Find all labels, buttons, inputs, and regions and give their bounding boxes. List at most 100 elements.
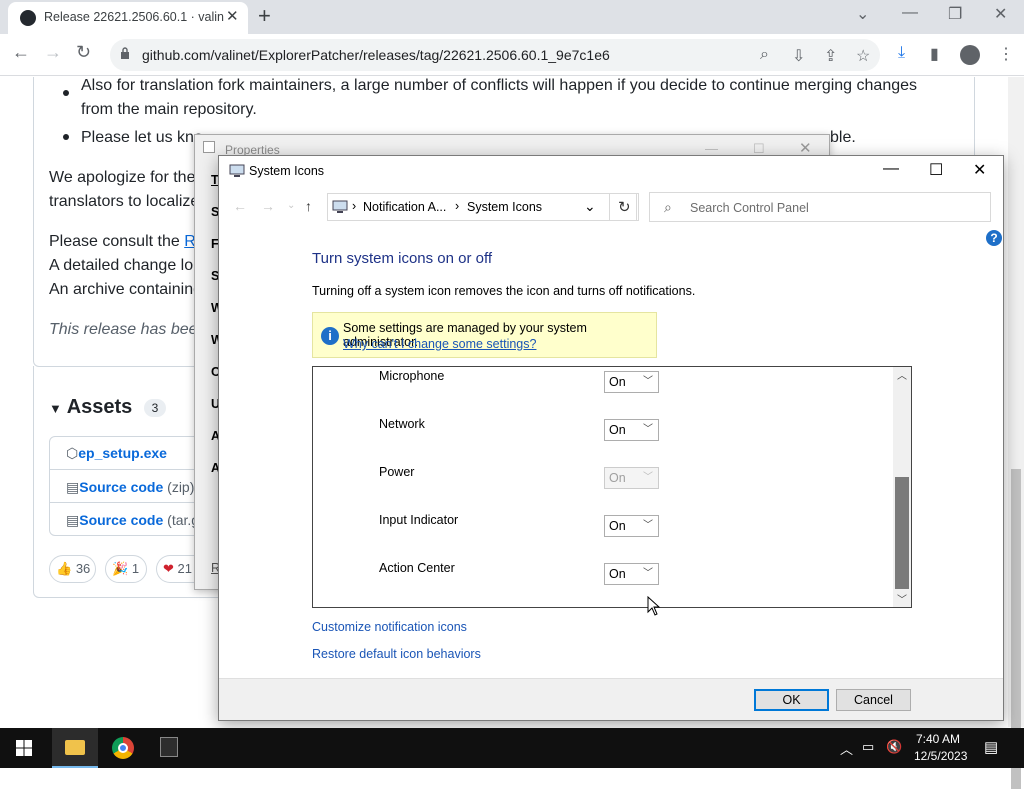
close-tab-icon[interactable]: ✕	[226, 7, 239, 25]
reaction-hooray[interactable]: 🎉 1	[105, 555, 147, 583]
scroll-down-icon[interactable]: ﹀	[897, 591, 907, 606]
notice-link[interactable]: Why can't I change some settings?	[343, 337, 536, 351]
forward-icon[interactable]: →	[44, 42, 62, 63]
system-icons-window: System Icons — ☐ ✕ ← → ⌄ ↑ › Notificatio…	[218, 155, 1004, 721]
help-icon[interactable]: ?	[986, 230, 1002, 246]
control-panel-icon	[332, 200, 348, 213]
menu-icon[interactable]: ⋮	[998, 44, 1014, 64]
notifications-icon[interactable]: ▤	[984, 738, 998, 756]
asset-name[interactable]: ep_setup.exe	[78, 445, 167, 461]
row-label: Microphone	[379, 369, 445, 383]
scrollbar-thumb[interactable]	[895, 477, 909, 589]
install-app-icon[interactable]: ⇩	[792, 46, 805, 66]
ok-button[interactable]: OK	[754, 689, 829, 711]
paragraph-text: translators to localize	[49, 193, 200, 210]
refresh-icon: ↻	[618, 199, 631, 216]
bookmark-star-icon[interactable]: ☆	[856, 46, 870, 66]
chevron-down-icon: ﹀	[643, 424, 653, 435]
window-titlebar[interactable]: System Icons — ☐ ✕	[219, 156, 1003, 186]
network-icon[interactable]: ▭	[862, 739, 874, 755]
select-value: On	[609, 423, 626, 437]
restore-icon[interactable]: ❐	[948, 4, 962, 24]
asset-item[interactable]: ▤Source code (zip)	[66, 479, 194, 496]
bullet-text: Also for translation fork maintainers, a…	[81, 77, 918, 94]
paragraph-text: Please consult the RE	[49, 233, 206, 251]
forward-icon[interactable]: →	[261, 198, 275, 214]
clock-time[interactable]: 7:40 AM	[916, 732, 960, 746]
paragraph-text: A detailed change lo	[49, 257, 194, 274]
breadcrumb-item[interactable]: System Icons	[467, 200, 542, 214]
tab-search-icon[interactable]: ⌄	[856, 4, 869, 24]
release-note: This release has been	[49, 321, 207, 338]
reaction-heart[interactable]: ❤ 21	[156, 555, 196, 583]
restore-link[interactable]: Restore default icon behaviors	[312, 647, 481, 661]
refresh-button[interactable]: ↻	[609, 193, 639, 221]
asset-name[interactable]: Source code	[79, 479, 163, 495]
close-icon[interactable]: ✕	[973, 160, 986, 180]
clock-date[interactable]: 12/5/2023	[914, 749, 967, 763]
admin-notice: i Some settings are managed by your syst…	[312, 312, 657, 358]
bullet-text: ble.	[830, 129, 856, 146]
row-label: Input Indicator	[379, 513, 459, 527]
assets-toggle[interactable]: ▼ Assets	[49, 396, 132, 419]
breadcrumb-item[interactable]: Notification A...	[363, 200, 446, 214]
back-icon[interactable]: ←	[12, 42, 30, 63]
reload-icon[interactable]: ↻	[76, 42, 91, 63]
back-icon[interactable]: ←	[233, 198, 247, 214]
minimize-icon[interactable]: —	[705, 141, 718, 156]
close-window-icon[interactable]: ✕	[994, 4, 1007, 24]
chrome-icon[interactable]	[112, 737, 134, 759]
chevron-up-icon[interactable]: ︿	[840, 739, 853, 758]
minimize-icon[interactable]: —	[902, 4, 918, 22]
browser-tab[interactable]: Release 22621.2506.60.1 · valinet/Explor…	[8, 2, 248, 34]
minimize-icon[interactable]: —	[883, 160, 899, 178]
maximize-icon[interactable]: ☐	[929, 160, 943, 180]
downloads-icon[interactable]: ⤓	[898, 44, 905, 62]
chevron-down-icon[interactable]: ⌄	[584, 198, 596, 215]
microphone-select[interactable]: On ﹀	[604, 371, 659, 393]
mouse-cursor-icon	[647, 596, 661, 616]
package-icon: ⬡	[66, 445, 79, 461]
list-scrollbar[interactable]: ︿ ﹀	[893, 367, 911, 607]
notepad-icon[interactable]	[160, 737, 178, 757]
page-description: Turning off a system icon removes the ic…	[312, 284, 696, 298]
asset-name[interactable]: Source code	[79, 512, 163, 528]
control-panel-icon	[229, 164, 245, 177]
volume-muted-icon[interactable]: 🔇	[886, 739, 902, 755]
chevron-right-icon: ›	[352, 199, 357, 213]
reaction-thumbs-up[interactable]: 👍 36	[49, 555, 96, 583]
address-bar[interactable]: › Notification A... › System Icons ⌄	[327, 193, 637, 221]
new-tab-button[interactable]: +	[258, 3, 271, 29]
browser-toolbar: ← → ↻ github.com/valinet/ExplorerPatcher…	[0, 34, 1024, 76]
network-select[interactable]: On ﹀	[604, 419, 659, 441]
address-bar[interactable]: github.com/valinet/ExplorerPatcher/relea…	[110, 39, 880, 71]
scroll-up-icon[interactable]: ︿	[897, 367, 907, 382]
profile-avatar[interactable]	[960, 45, 980, 65]
search-icon: ⌕	[664, 199, 672, 215]
cancel-button[interactable]: Cancel	[836, 689, 911, 711]
share-icon[interactable]: ⇪	[824, 46, 837, 66]
windows-start-icon[interactable]	[16, 740, 32, 756]
paragraph-text: We apologize for the	[49, 169, 196, 186]
asset-item[interactable]: ⬡ep_setup.exe	[66, 445, 167, 462]
system-icons-list: Microphone On ﹀ Network On ﹀ Power On ﹀ Inp…	[312, 366, 912, 608]
select-value: On	[609, 471, 626, 485]
row-label: Network	[379, 417, 425, 431]
lock-icon	[121, 47, 129, 59]
taskbar-file-explorer[interactable]	[52, 728, 98, 768]
search-icon[interactable]: ⌕	[760, 46, 769, 64]
page-scrollbar[interactable]	[1008, 77, 1024, 789]
input-indicator-select[interactable]: On ﹀	[604, 515, 659, 537]
checkbox-icon	[203, 141, 215, 153]
chevron-right-icon: ›	[455, 199, 460, 213]
recent-chevron-icon[interactable]: ⌄	[287, 200, 295, 211]
folder-icon	[65, 740, 85, 755]
chevron-down-icon: ﹀	[643, 520, 653, 531]
asset-item[interactable]: ▤Source code (tar.g	[66, 512, 199, 529]
action-center-select[interactable]: On ﹀	[604, 563, 659, 585]
up-icon[interactable]: ↑	[305, 198, 312, 214]
select-value: On	[609, 567, 626, 581]
customize-link[interactable]: Customize notification icons	[312, 620, 467, 634]
search-box[interactable]: ⌕ Search Control Panel	[649, 192, 991, 222]
side-panel-icon[interactable]: ▮	[930, 44, 939, 64]
